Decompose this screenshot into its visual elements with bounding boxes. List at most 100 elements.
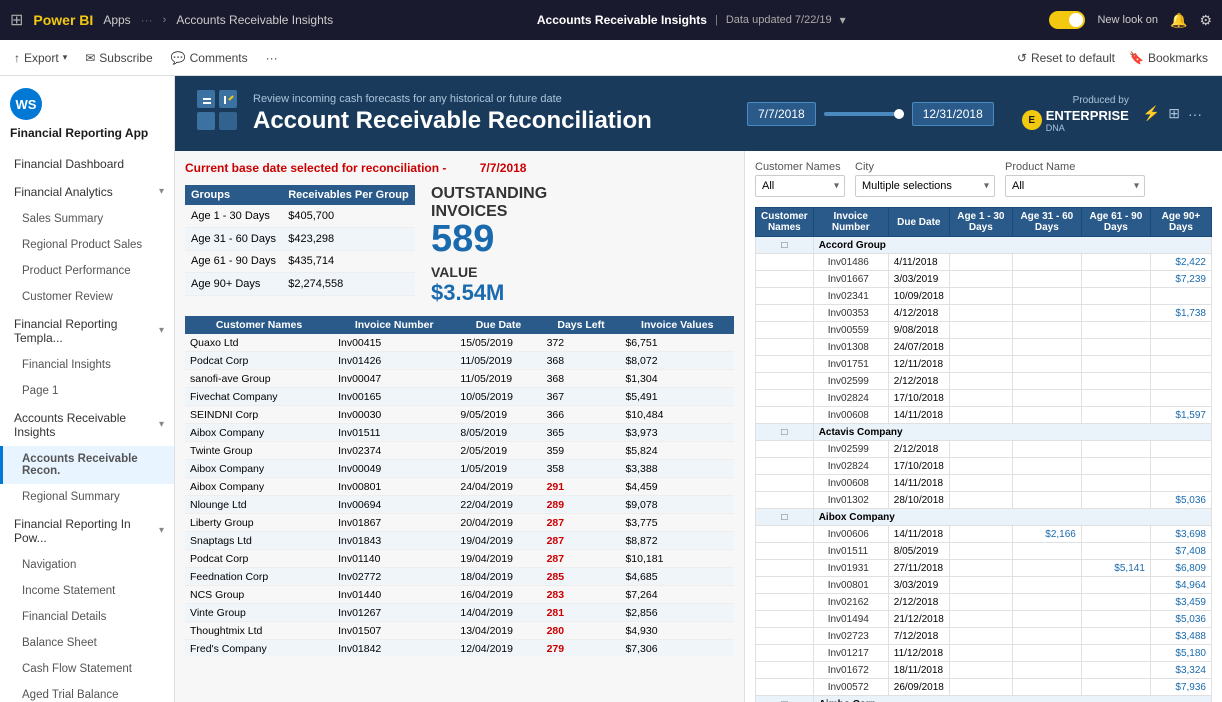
invoices-table-cell: 368: [542, 370, 621, 388]
more-options-icon[interactable]: ···: [1188, 106, 1202, 122]
invoices-table-cell: $8,872: [620, 532, 734, 550]
sidebar-item-sales-summary[interactable]: Sales Summary: [0, 206, 174, 232]
apps-link[interactable]: Apps: [103, 13, 130, 27]
invoices-table-cell: 11/05/2019: [455, 370, 541, 388]
table-row: Thoughtmix LtdInv0150713/04/2019280$4,93…: [185, 622, 734, 640]
amount-cell: [1081, 526, 1150, 543]
product-filter-group: Product Name All: [1005, 161, 1145, 197]
amount-cell: $7,936: [1150, 679, 1211, 696]
invoices-table-cell: Feednation Corp: [185, 568, 333, 586]
matrix-invoice-row: Inv0060614/11/2018$2,166$3,698: [756, 526, 1212, 543]
invoices-table-cell: 8/05/2019: [455, 424, 541, 442]
date-to[interactable]: 12/31/2018: [912, 102, 994, 126]
amount-cell: [1081, 322, 1150, 339]
table-row: Snaptags LtdInv0184319/04/2019287$8,872: [185, 532, 734, 550]
due-date-cell: 8/05/2019: [888, 543, 949, 560]
sidebar-item-income-statement[interactable]: Income Statement: [0, 578, 174, 604]
sidebar-label-accounts-receivable: Accounts Receivable Insights: [14, 411, 159, 439]
sidebar-label-accounts-receivable-recon: Accounts Receivable Recon.: [22, 453, 164, 477]
amount-cell: [1081, 271, 1150, 288]
subscribe-button[interactable]: ✉ Subscribe: [85, 51, 152, 65]
matrix-invoice-row: Inv0057226/09/2018$7,936: [756, 679, 1212, 696]
sidebar-item-page1[interactable]: Page 1: [0, 378, 174, 404]
more-button[interactable]: ···: [266, 51, 278, 65]
amount-cell: [1012, 594, 1081, 611]
breadcrumb-item[interactable]: Accounts Receivable Insights: [176, 13, 333, 27]
export-chevron: ▾: [63, 52, 68, 63]
amount-cell: [949, 441, 1012, 458]
comments-button[interactable]: 💬 Comments: [171, 51, 248, 65]
sidebar-item-navigation[interactable]: Navigation: [0, 552, 174, 578]
city-filter-select[interactable]: Multiple selections: [855, 175, 995, 197]
sidebar-item-financial-dashboard[interactable]: Financial Dashboard: [0, 150, 174, 178]
amount-cell: [1081, 339, 1150, 356]
invoices-table-cell: Vinte Group: [185, 604, 333, 622]
customer-filter-select[interactable]: All: [755, 175, 845, 197]
product-filter-select[interactable]: All: [1005, 175, 1145, 197]
sidebar-item-cash-flow-statement[interactable]: Cash Flow Statement: [0, 656, 174, 682]
invoices-table-cell: 359: [542, 442, 621, 460]
data-updated-label: Data updated 7/22/19: [726, 14, 832, 26]
expand-button[interactable]: □: [756, 237, 814, 254]
new-look-toggle[interactable]: [1049, 11, 1085, 29]
data-updated-chevron[interactable]: ▾: [840, 13, 846, 27]
expand-button[interactable]: □: [756, 696, 814, 702]
sidebar-item-financial-details[interactable]: Financial Details: [0, 604, 174, 630]
bookmarks-button[interactable]: 🔖 Bookmarks: [1129, 51, 1208, 65]
amount-cell: [949, 458, 1012, 475]
filter-icon[interactable]: ⚡: [1143, 105, 1160, 122]
invoices-table-cell: Inv00030: [333, 406, 455, 424]
invoices-table-cell: $4,685: [620, 568, 734, 586]
settings-icon[interactable]: ⚙: [1199, 12, 1212, 29]
sidebar-section-accounts-receivable[interactable]: Accounts Receivable Insights ▾: [0, 404, 174, 446]
comments-label: Comments: [190, 51, 248, 65]
sidebar-label-income-statement: Income Statement: [22, 585, 115, 597]
due-date-cell: 28/10/2018: [888, 492, 949, 509]
amount-cell: $2,166: [1012, 526, 1081, 543]
amount-cell: [1081, 390, 1150, 407]
sidebar-item-balance-sheet[interactable]: Balance Sheet: [0, 630, 174, 656]
sidebar-label-financial-reporting-in-pow: Financial Reporting In Pow...: [14, 517, 159, 545]
date-slider-thumb: [894, 109, 904, 119]
sidebar-item-product-performance[interactable]: Product Performance: [0, 258, 174, 284]
invoices-table-cell: 283: [542, 586, 621, 604]
receivables-col-header: Receivables Per Group: [282, 185, 415, 205]
sidebar-item-regional-product-sales[interactable]: Regional Product Sales: [0, 232, 174, 258]
reset-label: Reset to default: [1031, 51, 1115, 65]
date-from[interactable]: 7/7/2018: [747, 102, 816, 126]
sidebar-item-regional-summary[interactable]: Regional Summary: [0, 484, 174, 510]
amount-cell: $6,809: [1150, 560, 1211, 577]
sidebar-section-financial-reporting-in-pow[interactable]: Financial Reporting In Pow... ▾: [0, 510, 174, 552]
grid-icon[interactable]: ⊞: [10, 10, 23, 30]
sidebar-item-customer-review[interactable]: Customer Review: [0, 284, 174, 310]
chevron-down-icon4: ▾: [159, 525, 164, 536]
chevron-down-icon3: ▾: [159, 419, 164, 430]
amount-cell: [1081, 577, 1150, 594]
sidebar-section-financial-analytics[interactable]: Financial Analytics ▾: [0, 178, 174, 206]
invoice-number-cell: Inv02824: [813, 458, 888, 475]
date-range-slider[interactable]: [824, 112, 904, 116]
invoice-number-cell: Inv02599: [813, 441, 888, 458]
amount-cell: [1081, 475, 1150, 492]
matrix-scroll: Customer NamesInvoice NumberDue DateAge …: [755, 207, 1212, 702]
invoices-table-cell: Inv01511: [333, 424, 455, 442]
expand-button[interactable]: □: [756, 509, 814, 526]
invoices-table-cell: Podcat Corp: [185, 550, 333, 568]
amount-cell: [1081, 543, 1150, 560]
expand-button[interactable]: □: [756, 424, 814, 441]
export-button[interactable]: ↑ Export ▾: [14, 51, 67, 65]
sidebar-section-financial-reporting-template[interactable]: Financial Reporting Templa... ▾: [0, 310, 174, 352]
sub-toolbar: ↑ Export ▾ ✉ Subscribe 💬 Comments ··· ↺ …: [0, 40, 1222, 76]
sidebar-item-accounts-receivable-recon[interactable]: Accounts Receivable Recon.: [0, 446, 174, 484]
table-row: Age 31 - 60 Days$423,298: [185, 227, 415, 250]
sidebar-item-aged-trial-balance[interactable]: Aged Trial Balance: [0, 682, 174, 702]
invoices-table-cell: $4,930: [620, 622, 734, 640]
matrix-invoice-row: Inv0282417/10/2018: [756, 390, 1212, 407]
invoice-number-cell: Inv02599: [813, 373, 888, 390]
reset-button[interactable]: ↺ Reset to default: [1017, 51, 1115, 65]
sidebar-item-financial-insights[interactable]: Financial Insights: [0, 352, 174, 378]
invoice-number-cell: Inv00353: [813, 305, 888, 322]
expand-icon[interactable]: ⊞: [1168, 105, 1180, 122]
invoice-number-cell: Inv02162: [813, 594, 888, 611]
bell-icon[interactable]: 🔔: [1170, 12, 1187, 29]
